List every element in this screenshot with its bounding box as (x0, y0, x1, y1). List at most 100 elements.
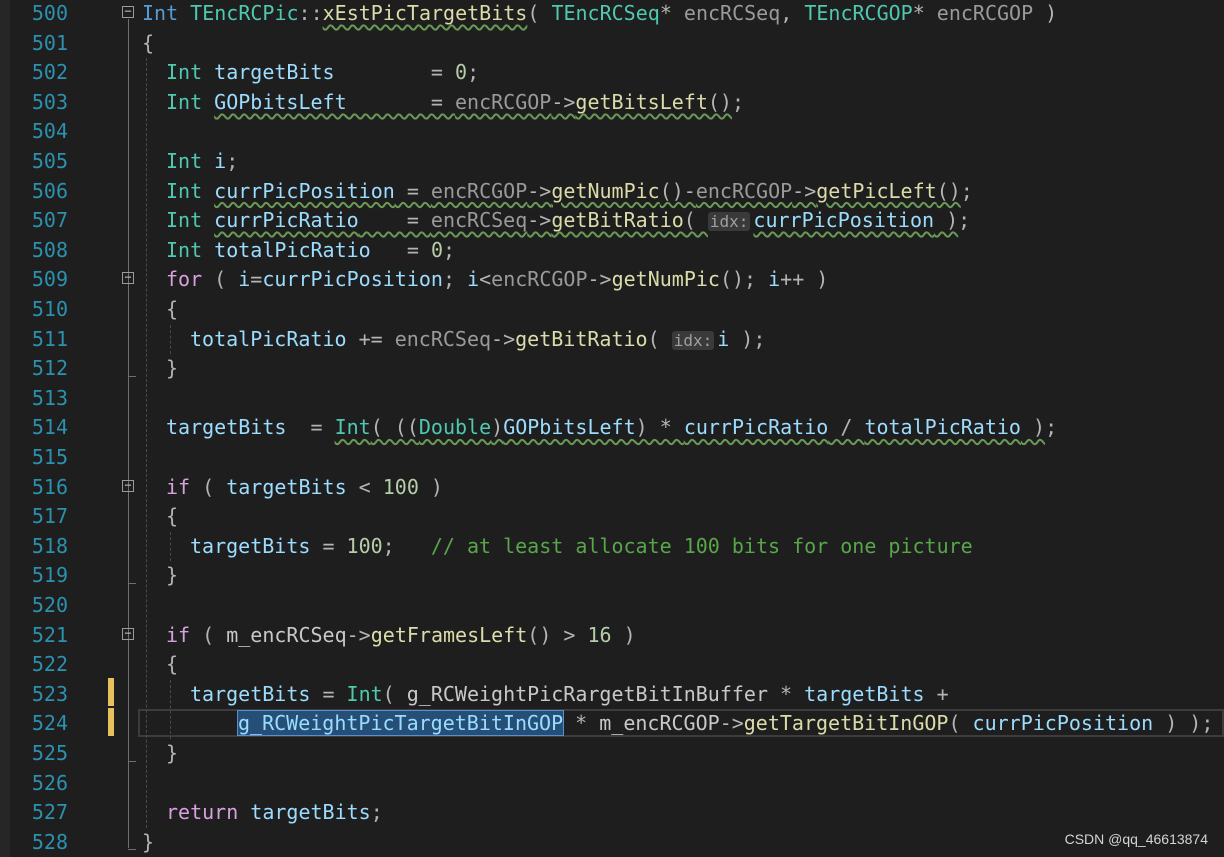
code-token: targetBits (804, 681, 925, 706)
code-token: getNumPic (551, 178, 660, 203)
code-token: Int (166, 60, 215, 85)
line-number: 521 (31, 622, 68, 647)
code-token: Int (334, 415, 371, 440)
code-token: = (286, 415, 335, 440)
code-line[interactable]: return targetBits; (166, 798, 383, 828)
line-number: 520 (31, 593, 68, 617)
code-token: * (912, 1, 937, 25)
code-token: { (142, 30, 155, 55)
line-number: 525 (31, 741, 68, 765)
code-line[interactable]: if ( m_encRCSeq->getFramesLeft() > 16 ) (166, 621, 636, 651)
code-token: -> (527, 208, 552, 233)
fold-toggle-icon[interactable]: − (122, 627, 134, 640)
code-line[interactable]: Int i; (166, 147, 238, 177)
code-token: ; (1045, 415, 1058, 440)
code-line[interactable]: for ( i=currPicPosition; i<encRCGOP->get… (166, 265, 828, 295)
code-token: encRCGOP (695, 178, 793, 203)
code-token: if (166, 622, 191, 647)
code-token: } (166, 563, 179, 588)
code-token: = (370, 237, 431, 262)
code-line[interactable]: Int currPicPosition = encRCGOP->getNumPi… (166, 177, 973, 207)
code-line[interactable]: targetBits = Int( ((Double)GOPbitsLeft) … (166, 413, 1057, 443)
code-token: TEncRCPic (190, 1, 299, 25)
code-line[interactable]: } (142, 828, 154, 857)
code-line[interactable]: { (142, 29, 154, 59)
code-line[interactable]: totalPicRatio += encRCSeq->getBitRatio( … (190, 325, 765, 355)
code-token: totalPicRatio (864, 415, 1021, 440)
code-token: 0 (455, 60, 468, 85)
line-number: 518 (31, 533, 68, 558)
code-token: () (707, 89, 732, 114)
code-token: g_RCWeightPicRargetBitInBuffer (406, 681, 768, 706)
code-token: 0 (430, 237, 443, 262)
code-token: -> (491, 326, 516, 351)
fold-range-end (128, 583, 136, 584)
code-line[interactable]: Int targetBits = 0; (166, 58, 479, 88)
parameter-hint: idx: (671, 330, 715, 350)
code-token: getBitRatio (551, 208, 684, 233)
code-line[interactable]: { (166, 650, 178, 680)
code-line[interactable]: Int GOPbitsLeft = encRCGOP->getBitsLeft(… (166, 88, 744, 118)
code-token: encRCSeq (394, 326, 492, 351)
code-token: for (166, 267, 203, 292)
code-line[interactable]: } (166, 561, 178, 591)
fold-toggle-icon[interactable]: − (122, 271, 134, 285)
fold-range-line (128, 285, 129, 375)
code-token: // at least allocate 100 bits for one pi… (430, 533, 973, 558)
line-number: 503 (31, 89, 68, 114)
code-editor[interactable]: 500 501 502 503 504 505 506 507 508 509 510 511 512 5… (0, 0, 1224, 857)
code-line[interactable]: } (166, 354, 178, 384)
line-number: 509 (31, 267, 68, 292)
code-line[interactable]: targetBits = 100; // at least allocate 1… (190, 532, 973, 562)
line-number: 528 (31, 829, 68, 854)
fold-toggle-icon[interactable]: − (122, 5, 134, 18)
code-token: totalPicRatio (214, 237, 371, 262)
line-number: 511 (31, 326, 68, 351)
code-token: encRCGOP (491, 267, 588, 292)
code-token: :: (298, 1, 323, 25)
code-token: Double (418, 415, 492, 440)
code-token: -> (719, 711, 744, 736)
selected-text: g_RCWeightPicTargetBitInGOP (236, 710, 565, 737)
code-token: getBitsLeft (575, 89, 708, 114)
code-token: if (166, 474, 191, 499)
code-line[interactable]: } (166, 739, 178, 769)
code-line[interactable]: g_RCWeightPicTargetBitInGOP * m_encRCGOP… (236, 709, 1214, 739)
code-line[interactable]: targetBits = Int( g_RCWeightPicRargetBit… (190, 680, 949, 710)
code-token: i (214, 149, 227, 173)
code-token: totalPicRatio (190, 326, 347, 351)
code-token: ); (729, 326, 766, 351)
code-line[interactable]: if ( targetBits < 100 ) (166, 473, 443, 503)
code-token: * (768, 681, 805, 706)
line-number: 513 (31, 385, 68, 410)
change-indicator-523 (108, 678, 114, 706)
code-line[interactable]: { (166, 502, 178, 532)
code-token: ) (491, 415, 504, 440)
code-token: Int (166, 208, 215, 233)
code-token: = (310, 681, 347, 706)
code-token: -> (551, 89, 576, 114)
code-token: 100 (382, 474, 419, 499)
code-line[interactable]: Int currPicRatio = encRCSeq->getBitRatio… (166, 206, 970, 236)
code-line[interactable]: Int totalPicRatio = 0; (166, 236, 455, 266)
line-number: 523 (31, 681, 68, 706)
code-token: Int (346, 681, 383, 706)
code-token: m_encRCSeq (226, 622, 347, 647)
code-token: currPicPosition (262, 267, 443, 292)
code-text-area[interactable]: Int TEncRCPic::xEstPicTargetBits( TEncRC… (142, 0, 1224, 857)
code-token: getFramesLeft (370, 622, 528, 647)
code-line[interactable]: Int TEncRCPic::xEstPicTargetBits( TEncRC… (142, 0, 1057, 29)
code-token: ) (1033, 1, 1058, 25)
editor-margin (0, 0, 10, 857)
code-line[interactable]: { (166, 295, 178, 325)
code-token: 16 (587, 622, 612, 647)
code-token: encRCSeq (430, 208, 528, 233)
line-number: 507 (31, 208, 68, 233)
code-token: currPicPosition (753, 208, 935, 233)
code-token: = (310, 533, 347, 558)
code-token: = (358, 208, 431, 233)
code-token: } (166, 741, 179, 765)
fold-toggle-icon[interactable]: − (122, 479, 134, 492)
code-token: * (659, 1, 684, 25)
code-token: ) ); (1153, 711, 1214, 736)
